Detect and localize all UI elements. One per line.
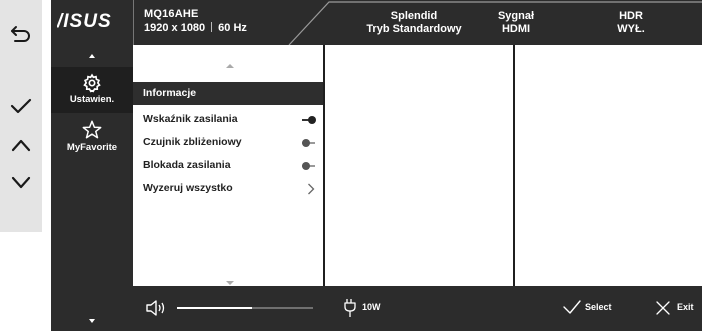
submenu-panel [325, 45, 513, 286]
scroll-down-icon[interactable] [89, 319, 95, 323]
volume-slider-fill [177, 307, 252, 309]
category-myfavorite[interactable]: MyFavorite [51, 117, 133, 163]
menu-item-blokada-zasilania[interactable]: Blokada zasilania [133, 154, 323, 177]
hdr-label: HDR [619, 10, 643, 22]
osd-header: /ISUS MQ16AHE 1920 x 1080 60 Hz Splendid … [51, 0, 702, 45]
close-icon [656, 301, 670, 315]
toggle-off-icon[interactable] [302, 161, 315, 170]
exit-label: Exit [677, 302, 694, 312]
splendid-status: Splendid Tryb Standardowy [344, 10, 484, 36]
back-icon [11, 26, 30, 42]
speaker-icon [146, 300, 165, 316]
signal-value: HDMI [501, 23, 531, 35]
menu-item-label: Wyzeruj wszystko [143, 182, 233, 194]
check-icon [563, 300, 581, 314]
menu-scroll-down-icon[interactable] [226, 281, 234, 285]
select-key-button[interactable] [0, 86, 42, 126]
back-button[interactable] [0, 14, 42, 54]
navigation-key-strip [0, 0, 42, 232]
hdr-status: HDR WYŁ. [591, 10, 671, 36]
hdr-value: WYŁ. [617, 23, 645, 35]
toggle-on-icon[interactable] [302, 115, 316, 124]
chevron-down-icon [11, 176, 31, 189]
toggle-off-icon[interactable] [302, 138, 315, 147]
splendid-value: Tryb Standardowy [366, 23, 462, 35]
check-icon [10, 98, 32, 114]
scroll-up-icon[interactable] [89, 54, 95, 58]
volume-slider[interactable] [177, 307, 313, 309]
menu-scroll-up-icon[interactable] [226, 64, 234, 68]
power-plug-icon [344, 299, 356, 317]
up-key-button[interactable] [0, 125, 42, 165]
category-settings-label: Ustawien. [69, 94, 115, 105]
select-label: Select [585, 302, 612, 312]
splendid-label: Splendid [390, 10, 438, 22]
chevron-up-icon [11, 139, 31, 152]
star-icon [82, 120, 102, 139]
osd-menu: /ISUS MQ16AHE 1920 x 1080 60 Hz Splendid … [51, 0, 702, 331]
menu-item-label: Informacje [143, 87, 197, 99]
menu-item-label: Wskaźnik zasilania [143, 113, 238, 125]
menu-item-wyzeruj-wszystko[interactable]: Wyzeruj wszystko [133, 177, 323, 200]
power-value: 10W [362, 302, 381, 312]
gear-icon [83, 73, 101, 93]
signal-status: Sygnał HDMI [486, 10, 546, 36]
menu-item-wskaznik-zasilania[interactable]: Wskaźnik zasilania [133, 108, 323, 131]
settings-menu-panel: Informacje Wskaźnik zasilania Czujnik zb… [133, 45, 323, 286]
down-key-button[interactable] [0, 163, 42, 203]
osd-footer: 10W Select Exit [133, 286, 702, 331]
category-myfavorite-label: MyFavorite [66, 142, 118, 153]
menu-item-informacje[interactable]: Informacje [133, 82, 323, 105]
signal-label: Sygnał [497, 10, 535, 22]
chevron-right-icon [308, 183, 315, 194]
menu-item-czujnik-zblizeniowy[interactable]: Czujnik zbliżeniowy [133, 131, 323, 154]
menu-item-label: Czujnik zbliżeniowy [143, 136, 242, 148]
menu-item-label: Blokada zasilania [143, 159, 231, 171]
category-sidebar: Ustawien. MyFavorite [51, 45, 133, 331]
category-settings[interactable]: Ustawien. [51, 67, 133, 113]
options-panel [515, 45, 702, 286]
